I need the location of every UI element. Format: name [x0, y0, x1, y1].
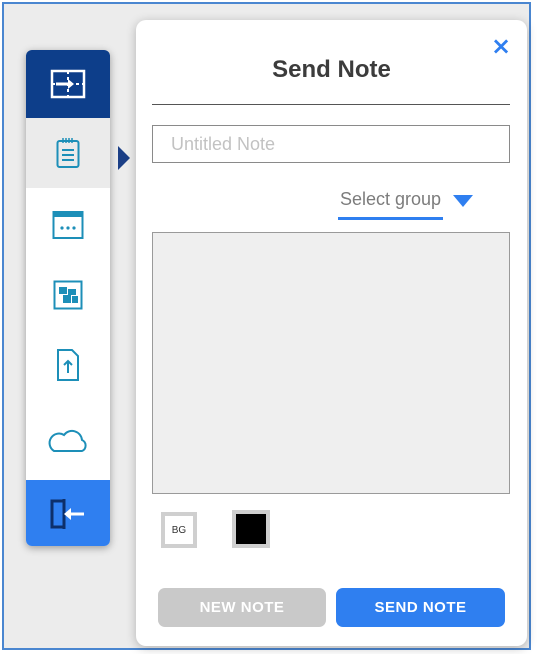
sidebar-item-note[interactable] — [26, 118, 110, 188]
caret-down-icon — [453, 195, 474, 207]
text-color-button[interactable] — [232, 510, 270, 548]
group-select-label: Select group — [338, 186, 444, 220]
import-icon — [50, 69, 86, 99]
sidebar-item-import[interactable] — [26, 50, 110, 118]
sidebar-item-widgets[interactable] — [26, 260, 110, 330]
sidebar-item-upload[interactable] — [26, 330, 110, 400]
note-body-textarea[interactable] — [152, 232, 510, 494]
panel-title: Send Note — [272, 56, 391, 83]
group-select[interactable]: Select group — [338, 186, 508, 222]
background-color-button[interactable]: BG — [161, 512, 197, 548]
note-icon — [56, 138, 80, 168]
active-pointer-icon — [118, 146, 130, 170]
sidebar-item-cloud[interactable] — [26, 406, 110, 476]
sidebar-item-calendar[interactable] — [26, 190, 110, 260]
send-note-button[interactable]: SEND NOTE — [336, 588, 505, 627]
calendar-icon — [52, 211, 84, 239]
widgets-icon — [53, 280, 83, 310]
sidebar — [26, 50, 110, 546]
sidebar-item-exit[interactable] — [26, 480, 110, 546]
exit-icon — [50, 499, 84, 529]
note-title-input[interactable] — [152, 125, 510, 163]
title-divider — [152, 104, 510, 105]
close-icon[interactable]: × — [489, 32, 513, 60]
new-note-button[interactable]: NEW NOTE — [158, 588, 326, 627]
send-note-panel: × Send Note Select group BG NEW NOTE SEN… — [136, 20, 527, 646]
upload-icon — [57, 349, 79, 381]
cloud-icon — [48, 429, 87, 452]
